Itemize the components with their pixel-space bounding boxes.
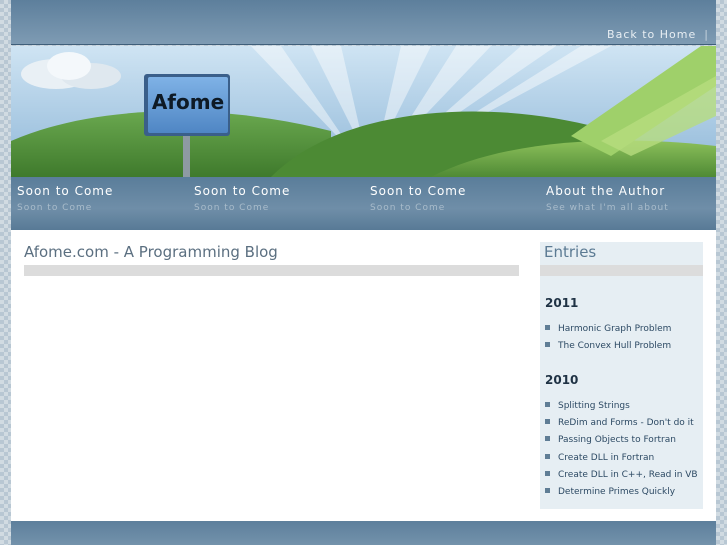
nav-item-title[interactable]: Soon to Come: [370, 184, 466, 198]
bullet-icon: [545, 402, 550, 407]
bullet-icon: [545, 471, 550, 476]
title-divider: [24, 265, 519, 276]
bullet-icon: [545, 419, 550, 424]
entry-link[interactable]: Passing Objects to Fortran: [545, 435, 676, 445]
entry-label[interactable]: Create DLL in C++, Read in VB: [558, 470, 698, 480]
header-banner: Afome: [11, 46, 716, 177]
nav-item-subtitle: Soon to Come: [17, 203, 93, 213]
entry-label[interactable]: Passing Objects to Fortran: [558, 435, 676, 445]
page-title: Afome.com - A Programming Blog: [24, 243, 278, 261]
entries-sidebar: Entries 2011 Harmonic Graph Problem The …: [540, 242, 703, 509]
entry-label[interactable]: Harmonic Graph Problem: [558, 324, 671, 334]
nav-item-about-author[interactable]: About the Author See what I'm all about: [546, 184, 669, 213]
content-area: Afome.com - A Programming Blog Entries 2…: [11, 230, 716, 521]
bullet-icon: [545, 488, 550, 493]
entry-label[interactable]: Create DLL in Fortran: [558, 453, 654, 463]
main-navigation: Soon to Come Soon to Come Soon to Come S…: [11, 177, 716, 230]
top-bar: Back to Home |: [11, 0, 716, 45]
bullet-icon: [545, 454, 550, 459]
banner-illustration: Afome: [11, 46, 716, 177]
entry-link[interactable]: The Convex Hull Problem: [545, 341, 671, 351]
nav-item-subtitle: Soon to Come: [370, 203, 446, 213]
sign-text: Afome: [152, 90, 224, 114]
nav-item-subtitle: Soon to Come: [194, 203, 270, 213]
bullet-icon: [545, 325, 550, 330]
entry-label[interactable]: ReDim and Forms - Don't do it: [558, 418, 694, 428]
nav-item-2[interactable]: Soon to Come Soon to Come: [194, 184, 290, 213]
entry-label[interactable]: The Convex Hull Problem: [558, 341, 671, 351]
footer-bar: [11, 521, 716, 545]
entry-link[interactable]: Determine Primes Quickly: [545, 487, 675, 497]
entry-link[interactable]: Create DLL in C++, Read in VB: [545, 470, 698, 480]
bullet-icon: [545, 342, 550, 347]
sidebar-title: Entries: [544, 243, 597, 261]
nav-item-3[interactable]: Soon to Come Soon to Come: [370, 184, 466, 213]
back-to-home-area: Back to Home |: [607, 28, 709, 41]
nav-item-title[interactable]: About the Author: [546, 184, 669, 198]
header-separator: |: [704, 28, 709, 41]
entry-link[interactable]: Harmonic Graph Problem: [545, 324, 671, 334]
sidebar-divider: [540, 265, 703, 276]
nav-item-1[interactable]: Soon to Come Soon to Come: [17, 184, 113, 213]
year-heading-2011: 2011: [545, 296, 579, 310]
bullet-icon: [545, 436, 550, 441]
page-frame: Back to Home | Afome Soon to Come Soon t…: [11, 0, 716, 545]
nav-item-title[interactable]: Soon to Come: [194, 184, 290, 198]
back-to-home-link[interactable]: Back to Home: [607, 28, 696, 41]
entry-link[interactable]: Splitting Strings: [545, 401, 630, 411]
entry-link[interactable]: ReDim and Forms - Don't do it: [545, 418, 694, 428]
entry-label[interactable]: Determine Primes Quickly: [558, 487, 675, 497]
nav-item-subtitle: See what I'm all about: [546, 203, 669, 213]
year-heading-2010: 2010: [545, 373, 579, 387]
nav-item-title[interactable]: Soon to Come: [17, 184, 113, 198]
entry-label[interactable]: Splitting Strings: [558, 401, 630, 411]
entry-link[interactable]: Create DLL in Fortran: [545, 453, 654, 463]
